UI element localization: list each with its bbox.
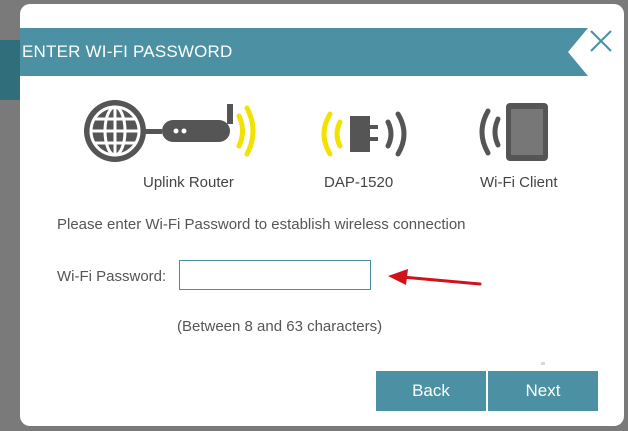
background-strip	[0, 40, 20, 100]
device-label-uplink-router: Uplink Router	[143, 174, 234, 191]
wifi-password-label: Wi-Fi Password:	[57, 268, 167, 285]
router-icon	[84, 100, 256, 162]
close-icon[interactable]	[586, 26, 616, 56]
wifi-password-dialog: ENTER WI-FI PASSWORD Uplink Router DAP-1…	[20, 4, 624, 426]
dialog-title: ENTER WI-FI PASSWORD	[22, 42, 233, 61]
device-label-dap-1520: DAP-1520	[324, 174, 394, 191]
device-label-wifi-client: Wi-Fi Client	[480, 174, 558, 191]
password-length-hint: (Between 8 and 63 characters)	[177, 318, 383, 335]
instruction-text: Please enter Wi-Fi Password to establish…	[57, 216, 466, 233]
next-button[interactable]: Next	[488, 371, 598, 411]
tablet-icon	[479, 103, 548, 161]
back-button[interactable]: Back	[376, 371, 486, 411]
pointer-arrow-icon	[388, 269, 482, 286]
extender-icon	[321, 111, 407, 157]
decorative-dot	[541, 362, 545, 365]
wifi-password-input[interactable]	[179, 260, 371, 290]
